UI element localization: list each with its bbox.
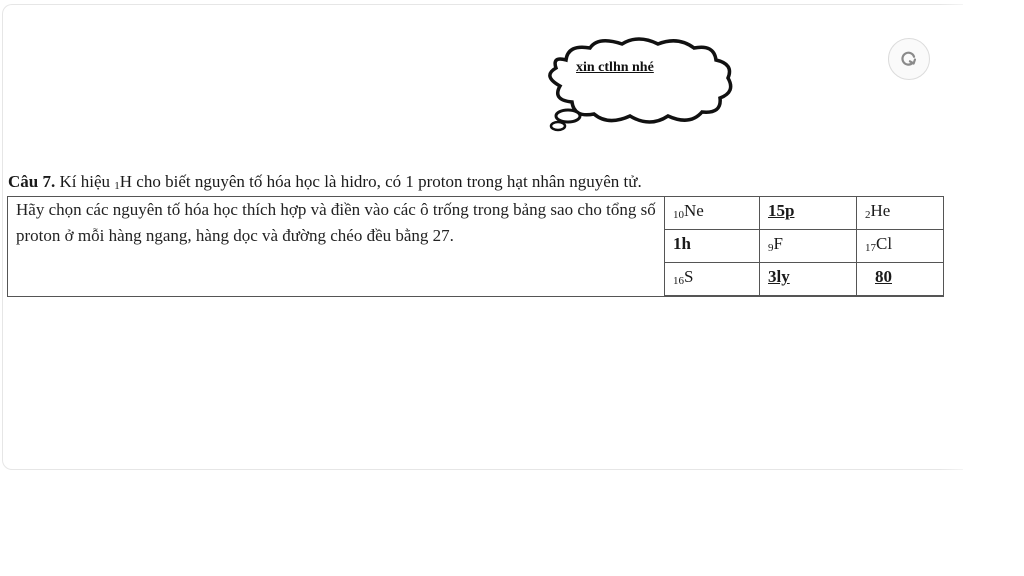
grid-cell-r1c2: 15p xyxy=(759,196,857,230)
question-text-after: cho biết nguyên tố hóa học là hidro, có … xyxy=(132,172,642,191)
symbol: Ne xyxy=(684,201,704,220)
edge-fade xyxy=(940,4,980,470)
thought-bubble xyxy=(548,37,733,132)
answer: 3ly xyxy=(768,267,790,286)
grid-cell-r3c1: 16S xyxy=(664,262,760,297)
symbol: Cl xyxy=(876,234,893,253)
grid-cell-r3c2: 3ly xyxy=(759,262,857,297)
refresh-icon xyxy=(901,51,917,66)
grid-cell-r1c3: 2He xyxy=(856,196,944,230)
grid-cell-r2c2: 9F xyxy=(759,229,857,263)
element-grid: Hãy chọn các nguyên tố hóa học thích hợp… xyxy=(7,196,944,297)
question-label: Câu 7. xyxy=(8,172,56,191)
question-text-before: Kí hiệu xyxy=(55,172,115,191)
refresh-button[interactable] xyxy=(888,38,930,80)
answer: 1h xyxy=(673,234,691,253)
grid-cell-r2c3: 17Cl xyxy=(856,229,944,263)
prefix: 17 xyxy=(865,242,876,254)
symbol: He xyxy=(870,201,891,220)
answer: 80 xyxy=(875,267,892,286)
prefix: 10 xyxy=(673,209,684,221)
grid-cell-r3c3: 80 xyxy=(856,262,944,297)
prefix: 16 xyxy=(673,275,684,287)
question-line: Câu 7. Kí hiệu 1H cho biết nguyên tố hóa… xyxy=(8,172,642,192)
hydrogen-symbol: H xyxy=(119,172,133,191)
symbol: F xyxy=(773,234,783,253)
grid-prompt: Hãy chọn các nguyên tố hóa học thích hợp… xyxy=(7,196,665,297)
answer: 15p xyxy=(768,201,795,220)
symbol: S xyxy=(684,267,694,286)
bubble-text: xin ctlhn nhé xyxy=(576,60,654,75)
grid-cell-r1c1: 10Ne xyxy=(664,196,760,230)
grid-cell-r2c1: 1h xyxy=(664,229,760,263)
